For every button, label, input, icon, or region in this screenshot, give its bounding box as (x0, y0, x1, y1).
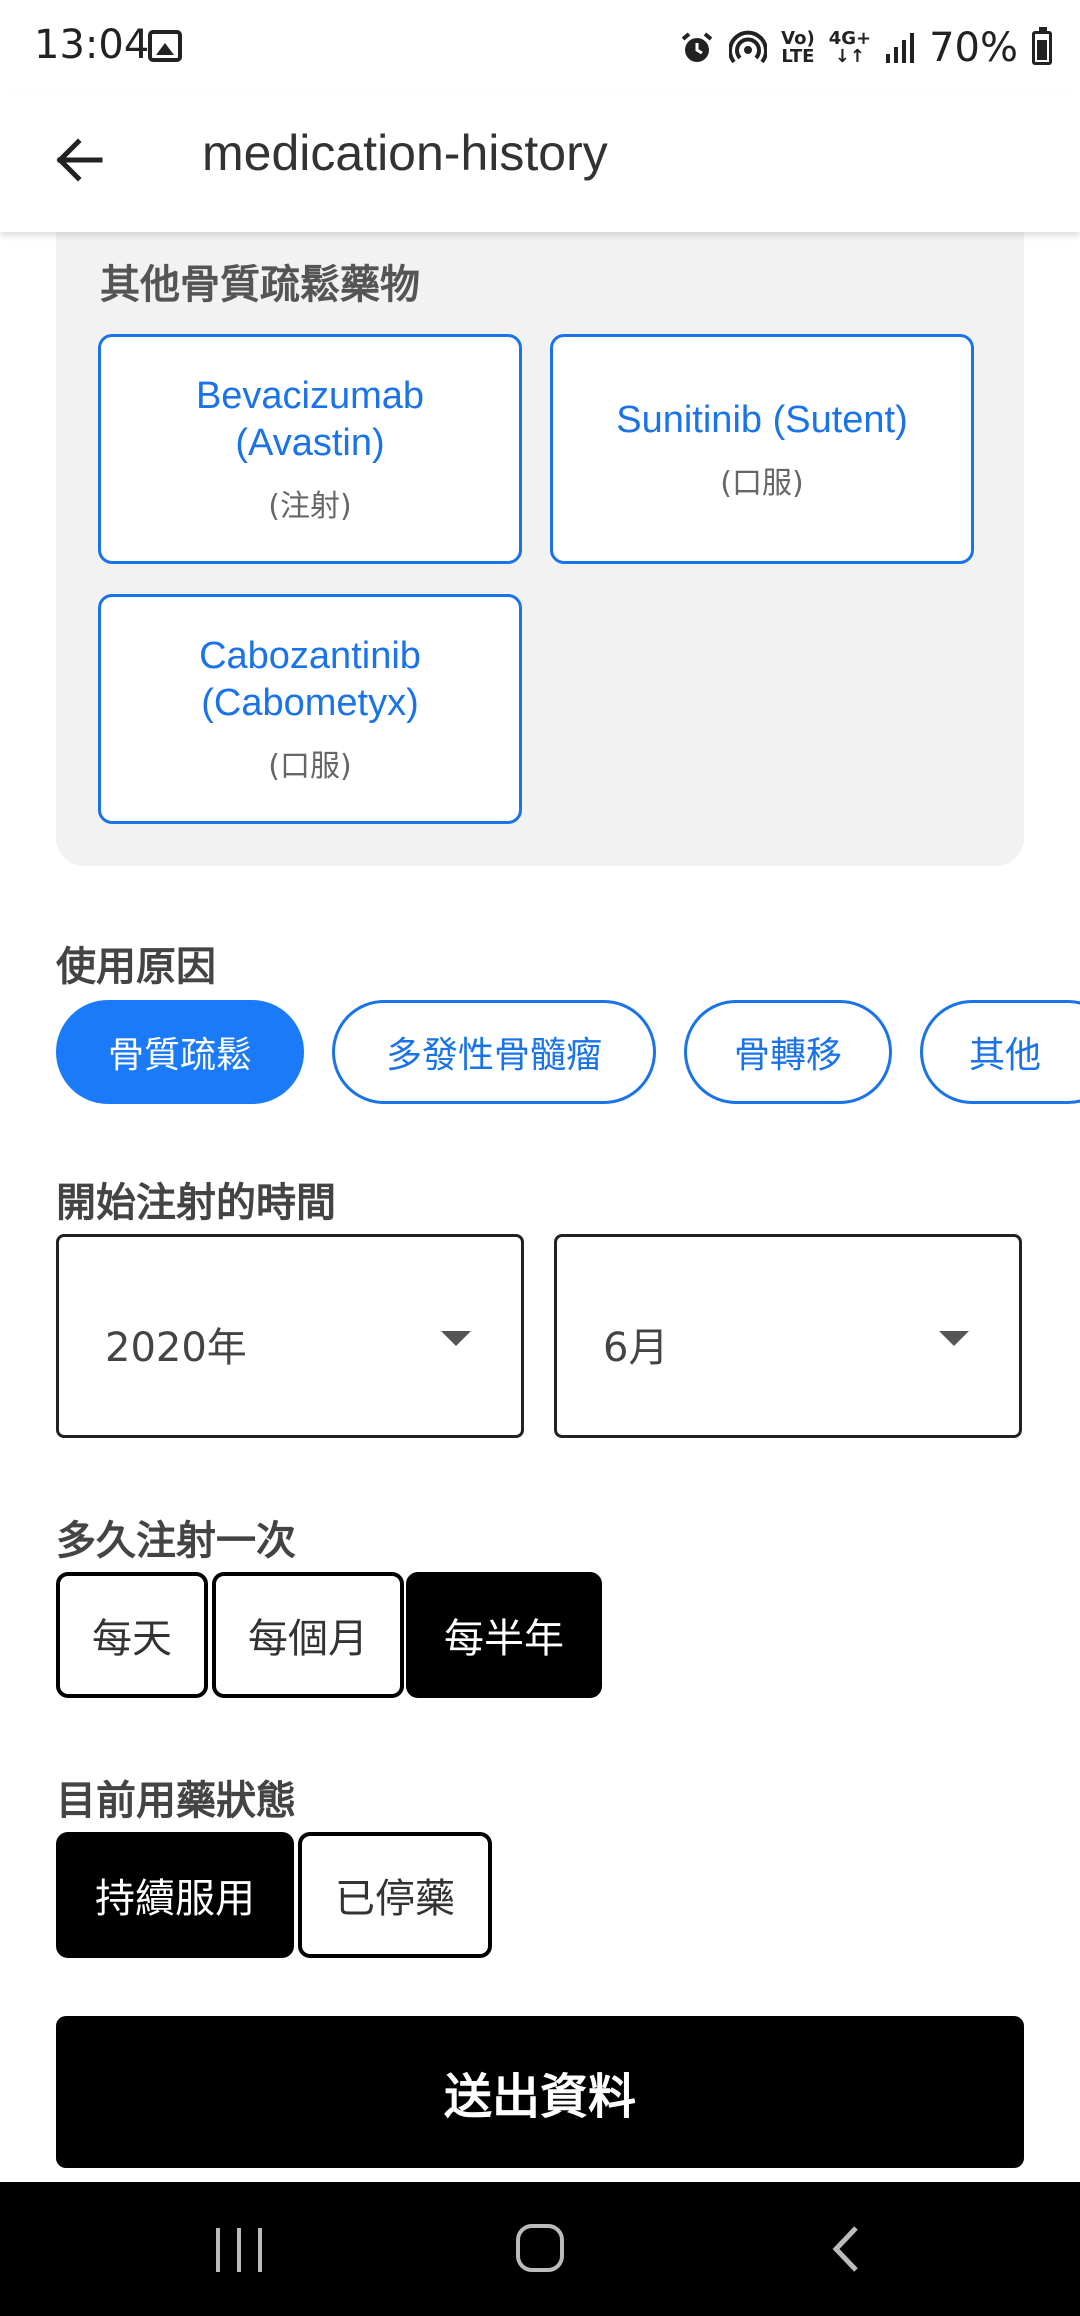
submit-button[interactable]: 送出資料 (56, 2016, 1024, 2168)
back-nav-icon[interactable] (826, 2224, 866, 2274)
drug-option-bevacizumab[interactable]: Bevacizumab (Avastin) (注射) (98, 334, 522, 564)
drug-name: Sunitinib (Sutent) (616, 398, 908, 441)
reason-chip-bone-metastasis[interactable]: 骨轉移 (684, 1000, 892, 1104)
status-label: 目前用藥狀態 (56, 1778, 296, 1824)
volte-bottom-text: LTE (781, 46, 815, 67)
caret-down-icon (939, 1331, 969, 1346)
page-title: medication-history (202, 125, 608, 181)
drug-name: Bevacizumab (Avastin) (195, 375, 425, 464)
reason-chip-row: 骨質疏鬆 多發性骨髓瘤 骨轉移 其他 (56, 1000, 1080, 1104)
status-stopped-button[interactable]: 已停藥 (298, 1832, 492, 1958)
reason-chip-osteoporosis[interactable]: 骨質疏鬆 (56, 1000, 304, 1104)
start-time-label: 開始注射的時間 (56, 1180, 336, 1226)
volte-icon: Vo) LTE (781, 30, 815, 66)
reason-label: 使用原因 (56, 944, 216, 990)
alarm-icon (681, 32, 713, 62)
battery-percent: 70% (929, 25, 1018, 71)
status-continuing-button[interactable]: 持續服用 (56, 1832, 294, 1958)
drug-option-cabozantinib[interactable]: Cabozantinib (Cabometyx) (口服) (98, 594, 522, 824)
year-dropdown[interactable]: 2020年 (56, 1234, 524, 1438)
other-drugs-heading: 其他骨質疏鬆藥物 (100, 262, 420, 308)
month-dropdown[interactable]: 6月 (554, 1234, 1022, 1438)
battery-icon (1032, 27, 1052, 65)
other-drugs-card: 其他骨質疏鬆藥物 Bevacizumab (Avastin) (注射) Suni… (56, 232, 1024, 866)
reason-chip-multiple-myeloma[interactable]: 多發性骨髓瘤 (332, 1000, 656, 1104)
year-value: 2020年 (105, 1325, 247, 1371)
drug-route: (注射) (268, 489, 352, 524)
drug-route: (口服) (268, 749, 352, 784)
gallery-icon (148, 30, 182, 62)
drug-name: Cabozantinib (Cabometyx) (199, 635, 421, 724)
network-text: 4G+ (828, 28, 872, 49)
app-bar: medication-history (0, 96, 1080, 232)
status-bar: 13:04 Vo) LTE 4G+ ↓↑ 70% (0, 0, 1080, 96)
hotspot-icon (729, 30, 768, 64)
frequency-label: 多久注射一次 (56, 1518, 296, 1564)
drug-route: (口服) (720, 465, 804, 501)
4g-icon: 4G+ ↓↑ (828, 28, 872, 67)
reason-chip-other[interactable]: 其他 (920, 1000, 1080, 1104)
drug-option-sunitinib[interactable]: Sunitinib (Sutent) (口服) (550, 334, 974, 564)
frequency-daily-button[interactable]: 每天 (56, 1572, 208, 1698)
caret-down-icon (441, 1331, 471, 1346)
recent-apps-icon[interactable] (216, 2228, 262, 2272)
arrow-left-icon[interactable] (50, 130, 110, 190)
status-time: 13:04 (34, 22, 150, 68)
system-nav-bar (0, 2182, 1080, 2316)
status-icons: Vo) LTE 4G+ ↓↑ 70% (679, 22, 1052, 74)
frequency-monthly-button[interactable]: 每個月 (212, 1572, 404, 1698)
month-value: 6月 (603, 1325, 669, 1371)
home-icon[interactable] (516, 2224, 564, 2272)
signal-icon (886, 33, 915, 63)
frequency-half-year-button[interactable]: 每半年 (406, 1572, 602, 1698)
